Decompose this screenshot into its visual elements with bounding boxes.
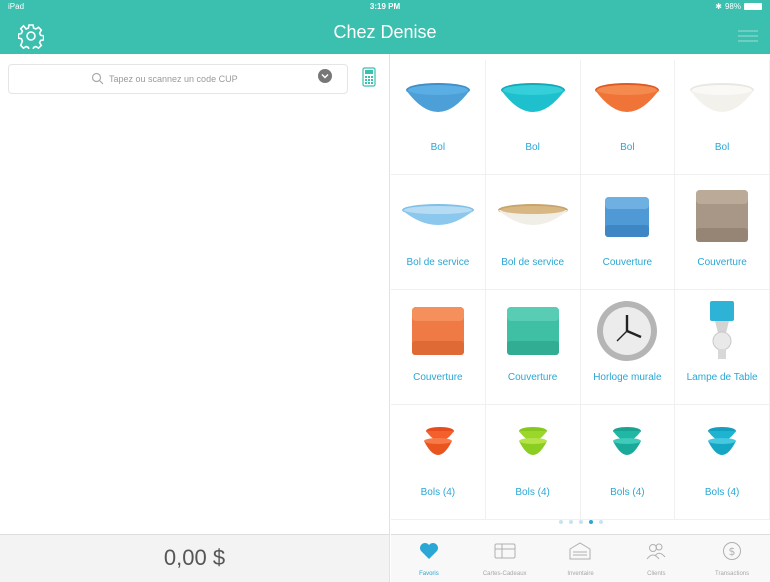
- blanket-orange-icon: [391, 296, 485, 366]
- favorites-pane: Bol Bol Bol Bol Bol de service Bol de se…: [391, 54, 770, 534]
- product-label: Bol: [620, 142, 635, 153]
- product-label: Bol de service: [406, 257, 470, 268]
- product-label: Lampe de Table: [686, 372, 758, 383]
- product-label: Bol: [714, 142, 730, 153]
- pos-screen: iPad 3:19 PM ✱ 98% Chez Denise Tapez ou …: [0, 0, 770, 582]
- tab-bar: Favoris Cartes-Cadeaux Inventaire Client…: [391, 534, 770, 582]
- dollar-icon: $: [721, 541, 743, 561]
- product-tile[interactable]: Bols (4): [580, 405, 676, 520]
- status-bar: iPad 3:19 PM ✱ 98%: [0, 0, 770, 14]
- page-dot[interactable]: [558, 520, 563, 524]
- battery-indicator: ✱ 98%: [715, 2, 762, 11]
- table-lamp-icon: [675, 296, 769, 366]
- tab-cartes-cadeaux[interactable]: Cartes-Cadeaux: [467, 535, 543, 582]
- product-tile[interactable]: Bols (4): [391, 405, 486, 520]
- page-dot[interactable]: [568, 520, 573, 524]
- tab-clients[interactable]: Clients: [618, 535, 694, 582]
- product-label: Couverture: [602, 257, 653, 268]
- product-tile[interactable]: Bol: [391, 60, 486, 175]
- inventory-icon: [569, 541, 591, 561]
- cart-total: 0,00 $: [163, 545, 226, 570]
- store-title: Chez Denise: [333, 22, 437, 42]
- bowl-orange-icon: [581, 66, 675, 136]
- product-label: Bols (4): [515, 487, 550, 498]
- product-tile[interactable]: Couverture: [391, 290, 486, 405]
- bowls-stack-turquoise-icon: [675, 411, 769, 481]
- product-tile[interactable]: Couverture: [580, 175, 676, 290]
- battery-icon: [744, 3, 762, 10]
- blanket-blue-icon: [581, 181, 675, 251]
- wall-clock-icon: [581, 296, 675, 366]
- product-tile[interactable]: Bol: [485, 60, 581, 175]
- product-label: Bols (4): [420, 487, 456, 498]
- chevron-down-icon[interactable]: [318, 69, 332, 83]
- app-header: iPad 3:19 PM ✱ 98% Chez Denise: [0, 0, 770, 54]
- search-input[interactable]: [109, 69, 309, 89]
- tab-label: Transactions: [715, 571, 750, 577]
- page-dot-active[interactable]: [588, 520, 593, 524]
- bowl-teal-icon: [486, 66, 580, 136]
- total-bar[interactable]: 0,00 $: [0, 534, 390, 582]
- product-label: Couverture: [507, 372, 558, 383]
- product-label: Bols (4): [610, 487, 645, 498]
- product-tile[interactable]: Bol de service: [391, 175, 486, 290]
- blanket-mint-icon: [486, 296, 580, 366]
- product-label: Bols (4): [704, 487, 740, 498]
- product-label: Couverture: [697, 257, 747, 268]
- product-tile[interactable]: Couverture: [675, 175, 770, 290]
- battery-percent: 98%: [724, 2, 741, 11]
- tab-label: Cartes-Cadeaux: [482, 571, 527, 577]
- tab-favoris[interactable]: Favoris: [391, 535, 467, 582]
- blanket-taupe-icon: [675, 181, 769, 251]
- bluetooth-icon: ✱: [715, 2, 722, 11]
- product-tile[interactable]: Bol: [675, 60, 770, 175]
- heart-icon: [418, 541, 440, 561]
- product-grid: Bol Bol Bol Bol Bol de service Bol de se…: [391, 60, 770, 520]
- product-label: Bol de service: [501, 257, 565, 268]
- page-dot[interactable]: [598, 520, 603, 524]
- bowls-stack-teal-icon: [581, 411, 675, 481]
- product-tile[interactable]: Couverture: [485, 290, 581, 405]
- product-label: Bol: [525, 142, 540, 153]
- search-icon: [91, 72, 105, 86]
- bowl-blue-icon: [391, 66, 485, 136]
- serving-bowl-wood-icon: [486, 181, 580, 251]
- product-tile[interactable]: Bol de service: [485, 175, 581, 290]
- serving-bowl-blue-icon: [391, 181, 485, 251]
- menu-icon[interactable]: [738, 28, 758, 44]
- product-tile[interactable]: Bols (4): [675, 405, 770, 520]
- page-indicator[interactable]: [391, 520, 770, 524]
- product-tile[interactable]: Bol: [580, 60, 676, 175]
- tab-label: Clients: [647, 571, 666, 577]
- tab-inventaire[interactable]: Inventaire: [543, 535, 619, 582]
- product-label: Couverture: [413, 372, 463, 383]
- bowls-stack-lime-icon: [486, 411, 580, 481]
- product-tile[interactable]: Bols (4): [485, 405, 581, 520]
- tab-label: Favoris: [419, 571, 439, 577]
- status-time: 3:19 PM: [369, 2, 401, 11]
- product-tile[interactable]: Lampe de Table: [675, 290, 770, 405]
- tab-transactions[interactable]: $ Transactions: [694, 535, 770, 582]
- tab-label: Inventaire: [567, 571, 594, 577]
- search-bar[interactable]: [8, 64, 348, 94]
- clients-icon: [645, 541, 667, 561]
- product-tile[interactable]: Horloge murale: [580, 290, 676, 405]
- bowl-white-icon: [675, 66, 769, 136]
- svg-text:$: $: [729, 545, 736, 558]
- gift-card-icon: [494, 541, 516, 561]
- calculator-icon[interactable]: [362, 67, 376, 87]
- product-label: Bol: [430, 142, 446, 153]
- product-label: Horloge murale: [593, 372, 662, 383]
- page-dot[interactable]: [578, 520, 583, 524]
- bowls-stack-orange-icon: [391, 411, 485, 481]
- cart-pane: [0, 54, 390, 534]
